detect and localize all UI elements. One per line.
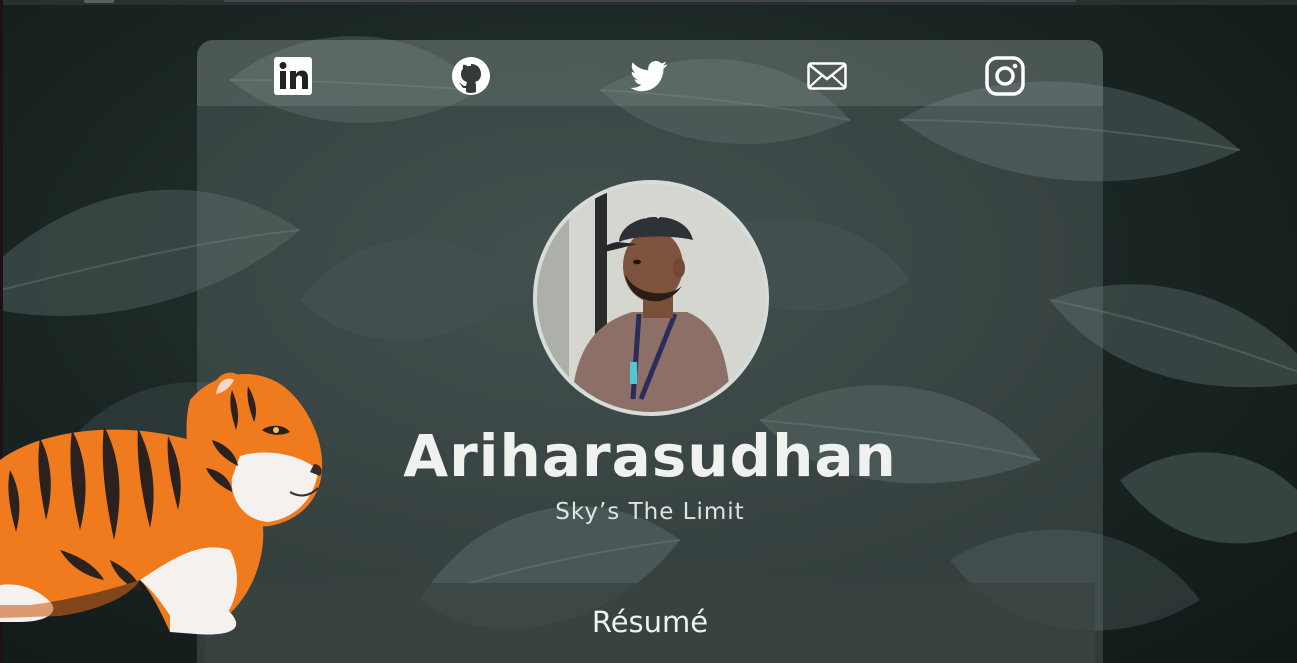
social-links-bar [197,40,1103,106]
mail-icon [807,62,847,90]
github-link[interactable] [450,55,492,97]
profile-name: Ariharasudhan [403,422,897,490]
profile-tagline: Sky’s The Limit [555,499,745,525]
instagram-icon [985,56,1025,96]
page-background: Ariharasudhan Sky’s The Limit Résumé [0,0,1297,663]
avatar [533,180,769,416]
email-link[interactable] [806,55,848,97]
resume-button[interactable]: Résumé [205,583,1095,663]
linkedin-icon [274,57,312,95]
avatar-photo [537,184,765,412]
top-strip-bar [224,0,1076,2]
profile-card: Ariharasudhan Sky’s The Limit Résumé [197,40,1103,663]
browser-top-strip [0,0,1297,5]
github-icon [452,57,490,95]
top-strip-tab [84,0,114,3]
instagram-link[interactable] [984,55,1026,97]
twitter-link[interactable] [628,55,670,97]
linkedin-link[interactable] [272,55,314,97]
twitter-icon [630,61,667,92]
tiger-mascot [0,372,323,635]
